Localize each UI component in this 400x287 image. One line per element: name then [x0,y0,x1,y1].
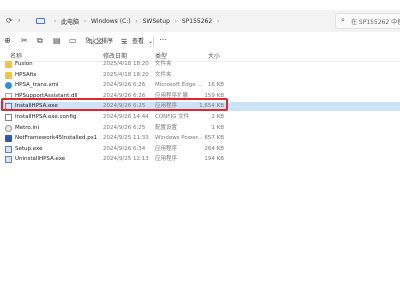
chevron-right-icon: › [53,17,57,25]
breadcrumb: › 此电脑 › Windows (C:) › SWSetup › SP15526… [28,13,224,29]
file-size: 1 KB [211,124,224,131]
column-header-date[interactable]: 修改日期 [103,51,127,60]
edge-icon [5,82,12,90]
chevron-right-icon: › [83,17,87,25]
more-options-icon[interactable]: ⋯ [159,34,167,46]
file-row[interactable]: Metro.ini 2024/9/26 6:25 配置设置 1 KB [0,124,400,133]
file-name: UninstallHPSA.exe [15,156,66,163]
breadcrumb-sp155262[interactable]: SP155262 [182,18,212,25]
address-bar: ⟳ › › 此电脑 › Windows (C:) › SWSetup › SP1… [0,10,400,32]
column-header-name[interactable]: 名称 [10,51,22,60]
folder-icon [5,71,12,79]
settings-file-icon [5,124,12,132]
file-type: Windows Power... [155,135,203,142]
config-file-icon [5,114,12,121]
search-input[interactable]: ⌕ 在 SP155262 中搜索 [335,13,400,29]
file-type: CONFIG 文件 [155,114,190,120]
view-button[interactable]: 查看 [132,36,144,45]
folder-icon [5,61,12,68]
file-row[interactable]: Fusion 2025/4/18 18:20 文件夹 [0,60,400,69]
rename-icon[interactable]: ▭ [69,35,77,47]
paste-icon[interactable]: ▤ [53,35,61,47]
refresh-icon[interactable]: ⟳ [6,15,13,27]
search-placeholder: 在 SP155262 中搜索 [351,19,400,26]
cut-icon[interactable]: ✂ [21,35,28,47]
file-row[interactable]: Setup.exe 2024/9/26 6:34 应用程序 264 KB [0,145,400,154]
file-date: 2024/9/26 14:44 [103,114,149,120]
column-header-size[interactable]: 大小 [208,51,220,60]
file-type: Microsoft Edge ... [155,82,203,89]
file-type: 应用程序 [155,156,178,163]
breadcrumb-swsetup[interactable]: SWSetup [143,18,170,25]
file-name: NetFramework45Installed.ps1 [15,135,98,142]
file-name: InstallHPSA.exe.config [15,114,77,120]
file-name: Metro.ini [15,124,39,131]
file-date: 2024/9/26 6:25 [103,124,146,131]
file-size: 657 KB [204,135,224,142]
chevron-right-icon: › [18,17,21,24]
file-date: 2024/9/26 6:34 [103,145,146,152]
sort-icon[interactable]: ⇅ [88,36,94,48]
application-icon [5,156,12,164]
file-size: 194 KB [204,156,224,163]
file-type: 文件夹 [155,71,172,78]
search-icon: ⌕ [341,16,345,24]
file-date: 2024/9/25 12:13 [103,156,149,163]
file-row[interactable]: InstallHPSA.exe.config 2024/9/26 14:44 CON… [0,113,400,122]
application-icon [5,145,12,153]
chevron-right-icon[interactable]: › [212,18,224,25]
copy-icon[interactable]: ⧉ [37,35,43,47]
computer-icon [36,18,45,24]
file-name: HPSAfix [15,71,37,78]
column-header-type[interactable]: 类型 [155,51,167,60]
file-row[interactable]: NetFramework45Installed.ps1 2024/9/25 11:… [0,134,400,143]
highlight-box [1,98,228,111]
file-type: 文件夹 [155,61,172,67]
toolbar-divider [153,36,154,46]
powershell-icon [5,135,12,143]
breadcrumb-drive-c[interactable]: Windows (C:) [91,18,131,25]
file-name: Fusion [15,61,33,67]
file-date: 2025/4/18 18:20 [103,61,149,67]
command-bar: ⊕ ✂ ⧉ ▤ ▭ ⇪ ⌫ ⇅ 排序 ⌄ ☰ 查看 ⌄ ⋯ [0,32,400,50]
file-date: 2025/4/18 18:20 [103,71,149,78]
file-type: 应用程序 [155,145,178,152]
file-name: Setup.exe [15,145,43,152]
file-row[interactable]: UninstallHPSA.exe 2024/9/25 12:13 应用程序 194 … [0,155,400,164]
file-name: HPSA_trans.xml [15,82,59,89]
sort-button[interactable]: 排序 [101,36,113,45]
view-icon[interactable]: ☰ [121,36,127,48]
file-size: 16 KB [207,82,224,89]
file-date: 2024/9/26 6:26 [103,82,146,89]
breadcrumb-this-pc[interactable]: 此电脑 [61,17,79,26]
file-date: 2024/9/25 11:33 [103,135,149,142]
file-type: 配置设置 [155,124,178,131]
file-row[interactable]: HPSAfix 2025/4/18 18:20 文件夹 [0,71,400,80]
file-size: 2 KB [211,114,224,120]
file-row[interactable]: HPSA_trans.xml 2024/9/26 6:26 Microsoft Ed… [0,81,400,90]
chevron-right-icon: › [135,17,138,25]
chevron-right-icon: › [174,17,178,25]
file-size: 264 KB [204,145,224,152]
new-icon[interactable]: ⊕ [4,35,11,47]
